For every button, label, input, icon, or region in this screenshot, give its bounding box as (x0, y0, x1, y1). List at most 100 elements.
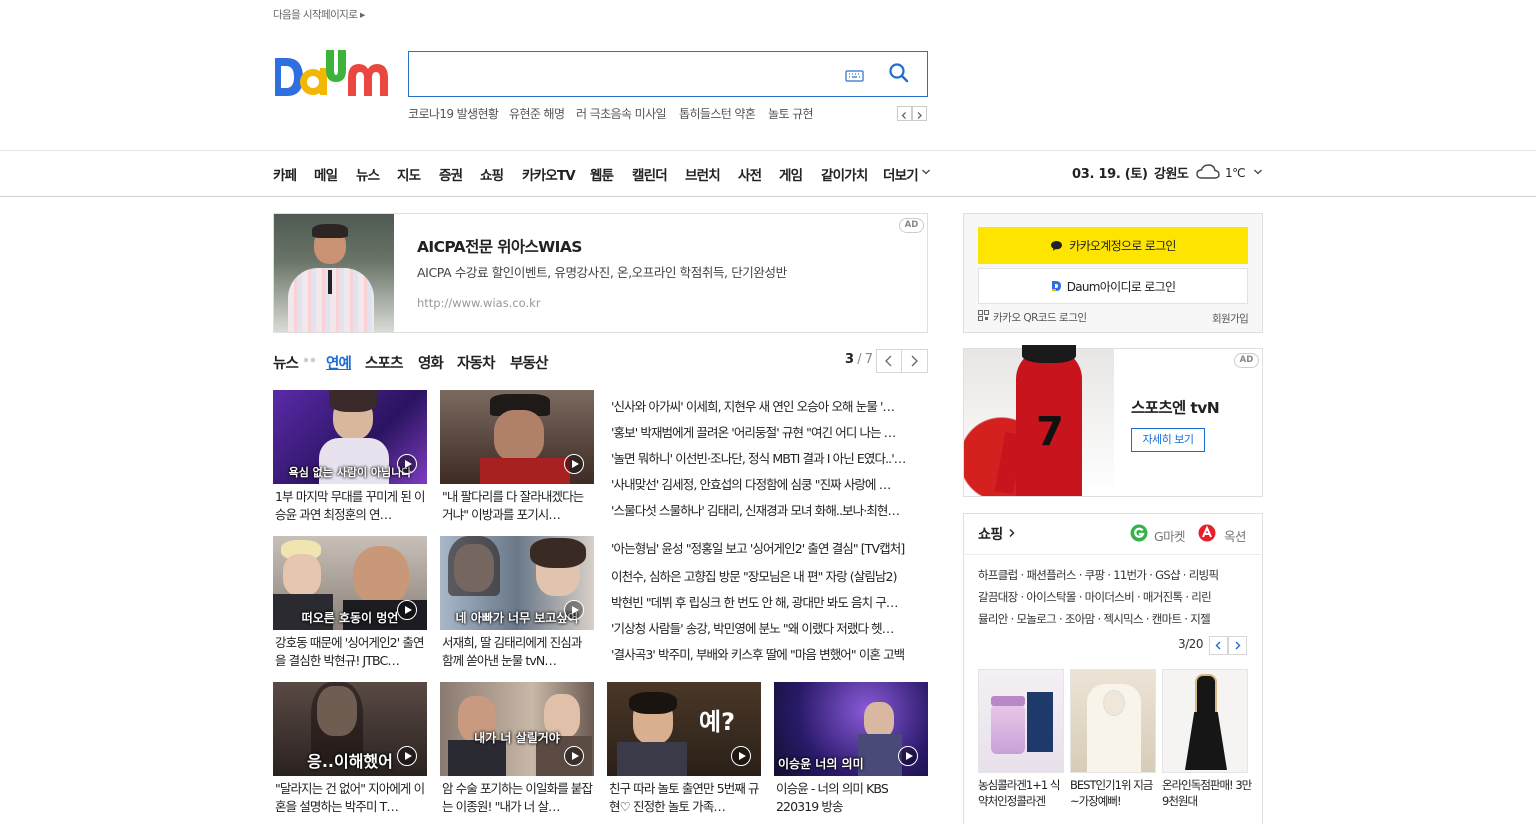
gnb-map[interactable]: 지도 (397, 164, 421, 184)
product-title[interactable]: 온라인독점판매! 3만9천원대 (1162, 777, 1252, 809)
trending-keyword[interactable]: 유현준 해명 (509, 105, 565, 122)
headline-link[interactable]: '홍보' 박재범에게 끌려온 '어리둥절' 규현 "여긴 어디 나는 … (611, 422, 927, 441)
news-card-title[interactable]: "달라지는 건 없어" 지아에게 이혼을 설명하는 박주미 T… (275, 780, 427, 816)
ad-banner-tvn[interactable]: 7 AD 스포츠엔 tvN 자세히 보기 (963, 345, 1263, 497)
news-card-title[interactable]: 서재희, 딸 김태리에게 진심과 함께 쏟아낸 눈물 tvN… (442, 634, 594, 670)
news-card-title[interactable]: 암 수술 포기하는 이일화를 붙잡는 이종원! "내가 너 살… (442, 780, 594, 816)
headline-link[interactable]: '놀면 뭐하니' 이선빈·조나단, 정식 MBTI 결과 I 아닌 E였다..'… (611, 448, 927, 467)
gnb-together[interactable]: 같이가치 (821, 164, 868, 184)
trending-keyword[interactable]: 러 극초음속 미사일 (576, 105, 667, 122)
ad-title[interactable]: AICPA전문 위아스WIAS (417, 235, 582, 257)
video-thumbnail[interactable]: 예? (607, 682, 761, 776)
ad-url[interactable]: http://www.wias.co.kr (417, 296, 541, 310)
gnb-stock[interactable]: 증권 (439, 164, 463, 184)
thumbnail-caption: 이승윤 너의 의미 (778, 757, 864, 771)
gnb-shopping[interactable]: 쇼핑 (480, 164, 504, 184)
video-thumbnail[interactable]: 떠오른 호동이 멍언 (273, 536, 427, 630)
trending-keyword[interactable]: 톱히들스턴 약혼 (679, 105, 756, 122)
gnb-dictionary[interactable]: 사전 (738, 164, 762, 184)
ad-badge: AD (1234, 353, 1259, 368)
gnb-mail[interactable]: 메일 (314, 164, 338, 184)
gnb-game[interactable]: 게임 (779, 164, 803, 184)
video-thumbnail[interactable]: 욕심 없는 사람이 아님니다 (273, 390, 427, 484)
headline-link[interactable]: '기상청 사람들' 송강, 박민영에 분노 "왜 이랬다 저랬다 헷… (611, 618, 927, 637)
shopping-next-button[interactable] (1228, 636, 1247, 655)
ad-image (274, 214, 394, 332)
start-page-label: 다음을 시작페이지로 (273, 9, 358, 21)
product-title[interactable]: BEST인기1위 지금~가장예뻐! (1070, 777, 1160, 809)
gnb-webtoon[interactable]: 웹툰 (590, 164, 614, 184)
play-icon (731, 746, 751, 766)
product-image[interactable] (978, 669, 1064, 773)
tab-indicator-dots (303, 357, 316, 363)
auction-link[interactable]: 옥션 (1224, 526, 1246, 545)
gnb-more[interactable]: 더보기 (883, 164, 919, 184)
search-input[interactable] (419, 60, 839, 88)
ad2-title: 스포츠엔 tvN (1131, 399, 1220, 417)
ad2-detail-button[interactable]: 자세히 보기 (1131, 428, 1205, 452)
global-nav-bar (0, 150, 1536, 197)
news-card-title[interactable]: 친구 따라 놀토 출연만 5번째 규현♡ 진정한 놀토 가족… (609, 780, 761, 816)
tab-entertainment[interactable]: 연예 (326, 352, 352, 373)
shopping-links-row[interactable]: 하프클럽 · 패션플러스 · 쿠팡 · 11번가 · GS샵 · 리빙픽 (978, 567, 1248, 583)
keyboard-icon[interactable] (845, 68, 865, 82)
signup-link[interactable]: 회원가입 (1212, 311, 1249, 326)
ad-banner[interactable]: AD AICPA전문 위아스WIAS AICPA 수강료 할인이벤트, 유명강사… (273, 213, 928, 333)
tab-news[interactable]: 뉴스 (273, 352, 299, 373)
trending-prev-button[interactable] (897, 106, 912, 121)
search-button[interactable] (887, 62, 911, 86)
product-title[interactable]: 농심콜라겐1+1 식약처인정콜라겐 (978, 777, 1068, 809)
headline-link[interactable]: '신사와 아가씨' 이세희, 지현우 새 연인 오승아 오해 눈물 '… (611, 396, 927, 415)
headline-link[interactable]: '결사곡3' 박주미, 부배와 키스후 딸에 "마음 변했어" 이혼 고백 (611, 644, 927, 663)
search-icon (889, 63, 909, 83)
daum-logo[interactable] (273, 48, 389, 100)
tab-realestate[interactable]: 부동산 (510, 352, 548, 373)
headline-link[interactable]: 박현빈 "데뷔 후 립싱크 한 번도 안 해, 광대만 봐도 음치 구… (611, 592, 927, 611)
video-thumbnail[interactable]: 이승윤 너의 의미 (774, 682, 928, 776)
kakao-login-button[interactable]: 카카오계정으로 로그인 (978, 227, 1248, 264)
video-thumbnail[interactable]: 응..이해했어 (273, 682, 427, 776)
gnb-news[interactable]: 뉴스 (356, 164, 380, 184)
product-image[interactable] (1162, 669, 1248, 773)
headline-link[interactable]: '아는형님' 윤성 "정홍일 보고 '싱어게인2' 출연 결심" [TV캡처] (611, 538, 927, 557)
trending-next-button[interactable] (912, 106, 927, 121)
video-thumbnail[interactable]: 내가 너 살릴거야 (440, 682, 594, 776)
news-card-title[interactable]: 강호동 때문에 '싱어게인2' 출연을 결심한 박현규! JTBC… (275, 634, 427, 670)
gnb-brunch[interactable]: 브런치 (685, 164, 721, 184)
headline-link[interactable]: 이천수, 심하은 고향집 방문 "장모님은 내 편" 자랑 (살림남2) (611, 566, 927, 585)
chevron-down-icon[interactable] (1253, 168, 1263, 176)
headline-link[interactable]: '사내맞선' 김세정, 안효섭의 다정함에 심쿵 "진짜 사랑에 … (611, 474, 927, 493)
news-prev-button[interactable] (876, 349, 902, 373)
thumbnail-caption: 내가 너 살릴거야 (474, 731, 560, 745)
shopping-links-row[interactable]: 뮬리안 · 모놀로그 · 조아맘 · 젝시믹스 · 캔마트 · 지젤 (978, 611, 1248, 627)
news-card-title[interactable]: "내 팔다리를 다 잘라내겠다는 거냐" 이방과를 포기시… (442, 488, 594, 524)
trending-keyword[interactable]: 놀토 규현 (768, 105, 814, 122)
news-next-button[interactable] (901, 349, 928, 373)
video-thumbnail[interactable]: 네 아빠가 너무 보고싶어 (440, 536, 594, 630)
shopping-prev-button[interactable] (1209, 636, 1228, 655)
tab-movie[interactable]: 영화 (418, 352, 444, 373)
qr-login-link[interactable]: 카카오 QR코드 로그인 (993, 310, 1087, 325)
video-thumbnail[interactable] (440, 390, 594, 484)
headline-link[interactable]: '스물다섯 스물하나' 김태리, 신재경과 모녀 화해..보나·최현… (611, 500, 927, 519)
news-card-title[interactable]: 이승윤 - 너의 의미 KBS 220319 방송 (776, 780, 928, 816)
shopping-links-row[interactable]: 갈끔대장 · 아이스탁몰 · 마이더스비 · 매거진톡 · 리린 (978, 589, 1248, 605)
start-page-link[interactable]: 다음을 시작페이지로 ▸ (273, 7, 365, 22)
gnb-kakaotv[interactable]: 카카오TV (522, 164, 576, 184)
tab-car[interactable]: 자동차 (457, 352, 495, 373)
gnb-cafe[interactable]: 카페 (273, 164, 297, 184)
gnb-calendar[interactable]: 캘린더 (632, 164, 668, 184)
daum-login-button[interactable]: Daum아이디로 로그인 (978, 268, 1248, 304)
gmarket-link[interactable]: G마켓 (1154, 526, 1185, 545)
product-image[interactable] (1070, 669, 1156, 773)
weather-temp: 1℃ (1225, 166, 1246, 180)
date-display: 03. 19. (토) (1072, 167, 1148, 182)
kakao-chat-icon (1051, 240, 1063, 251)
trending-keyword[interactable]: 코로나19 발생현황 (408, 105, 499, 122)
tab-sports[interactable]: 스포츠 (365, 352, 403, 373)
chevron-right-icon (1235, 641, 1241, 650)
chevron-left-icon (901, 112, 906, 119)
news-card-title[interactable]: 1부 마지막 무대를 꾸미게 된 이승윤 과연 최정훈의 연… (275, 488, 427, 524)
shopping-title[interactable]: 쇼핑 (978, 524, 1003, 544)
weather-region[interactable]: 강원도 (1154, 163, 1189, 182)
